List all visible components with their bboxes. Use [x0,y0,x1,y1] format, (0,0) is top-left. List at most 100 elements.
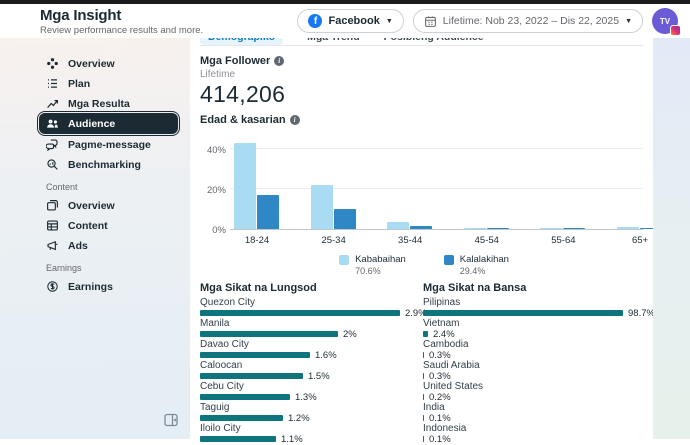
bar-45-54-kalalakihan [487,228,509,229]
city-row-bar [200,352,310,358]
x-axis-tick: 18-24 [227,235,287,246]
sidebar-section-label-content: Content [46,182,178,192]
city-row-label: Caloocan [200,360,413,371]
city-row-label: Taguig [200,402,413,413]
city-row-bar-line: 1.3% [200,394,413,400]
content-overview-icon [46,199,59,212]
city-row-bar-line: 1.5% [200,373,413,379]
bar-55-64-kababaihan [540,228,562,229]
city-row: Cebu City 1.3% [200,381,413,400]
x-axis-tick: 35-44 [380,235,440,246]
bar-65--kababaihan [617,227,639,229]
sidebar-section-label-earnings: Earnings [46,263,178,273]
city-row: Manila2% [200,318,413,337]
top-cities-title: Mga Sikat na Lungsod [200,282,413,294]
sidebar-item-label: Ads [68,240,88,252]
legend-swatch [444,255,454,265]
sidebar-item-label: Plan [68,78,90,90]
legend-name: Kalalakihan [460,254,509,265]
country-row-value: 0.3% [429,350,451,361]
country-row-bar-line: 0.2% [423,394,636,400]
avatar[interactable]: TV [652,8,678,34]
sidebar: Overview Plan Mga Resulta Audience Pagme-mes… [0,38,190,439]
city-row-label: Davao City [200,339,413,350]
top-countries-title: Mga Sikat na Bansa [423,282,636,294]
y-axis-tick: 20% [200,185,226,196]
sidebar-item-label: Overview [68,58,115,70]
page-background-gradient [653,38,690,439]
bar-35-44-kalalakihan [410,226,432,229]
legend-total: 29.4% [460,266,509,276]
messages-icon [46,138,59,151]
bar-25-34-kalalakihan [334,209,356,229]
legend-item-kababaihan: Kababaihan70.6% [339,254,406,276]
city-row-bar-line: 1.6% [200,352,413,358]
info-icon[interactable]: i [274,56,284,66]
city-row-value: 1.6% [315,350,337,361]
sidebar-item-ads[interactable]: Ads [39,236,178,255]
country-row-label: India [423,402,636,413]
sidebar-item-overview[interactable]: Overview [39,196,178,215]
city-row-bar-line: 2.9% [200,310,413,316]
sidebar-item-pagme-message[interactable]: Pagme-message [39,135,178,154]
legend-text: Kalalakihan29.4% [460,254,509,276]
bar-25-34-kababaihan [311,185,333,229]
chevron-down-icon: ▼ [625,18,632,25]
sidebar-item-plan[interactable]: Plan [39,74,178,93]
country-row-bar [423,394,424,400]
city-row-value: 1.2% [288,413,310,424]
collapse-sidebar-button[interactable] [163,412,179,428]
account-switcher-button[interactable]: f Facebook ▼ [297,9,403,33]
chart-plot-area [230,134,643,230]
country-row-bar-line: 0.3% [423,373,636,379]
main-content: DemograpikoMga TrendPosibleng Audience M… [190,28,653,439]
city-row: Iloilo City1.1% [200,423,413,442]
page-subtitle: Review performance results and more. [40,25,203,36]
audience-icon [46,117,59,130]
city-row-label: Cebu City [200,381,413,392]
country-row-value: 0.1% [429,413,451,424]
city-row-label: Quezon City [200,297,413,308]
legend-total: 70.6% [355,266,406,276]
legend-name: Kababaihan [355,254,406,265]
followers-metric-period: Lifetime [200,69,653,80]
x-axis-tick: 55-64 [533,235,593,246]
calendar-icon [424,15,437,28]
results-icon [46,97,59,110]
sidebar-item-overview[interactable]: Overview [39,54,178,73]
country-row: Indonesia0.1% [423,423,636,442]
sidebar-item-label: Earnings [68,281,113,293]
city-row-value: 1.1% [281,434,303,445]
country-row-value: 0.2% [429,392,451,403]
benchmarking-icon [46,158,59,171]
city-row-bar [200,436,276,442]
country-row: Saudi Arabia0.3% [423,360,636,379]
top-cities-list: Quezon City2.9%Manila2%Davao City1.6%Cal… [200,297,413,442]
info-icon[interactable]: i [290,115,300,125]
sidebar-item-audience[interactable]: Audience [39,113,178,134]
country-row-value: 0.3% [429,371,451,382]
x-axis-tick: 45-54 [457,235,517,246]
sidebar-item-mga-resulta[interactable]: Mga Resulta [39,94,178,113]
earnings-icon [46,280,59,293]
country-row-bar [423,352,424,358]
city-row: Davao City1.6% [200,339,413,358]
country-row-bar [423,415,424,421]
sidebar-item-label: Benchmarking [68,159,141,171]
ads-icon [46,239,59,252]
y-axis-tick: 0% [200,225,226,236]
sidebar-item-label: Audience [68,118,115,130]
country-row-label: United States [423,381,636,392]
bar-18-24-kababaihan [234,143,256,229]
top-countries-section: Mga Sikat na Bansa Pilipinas98.7%Vietnam… [423,282,636,444]
sidebar-item-earnings[interactable]: Earnings [39,277,178,296]
country-row-bar-line: 0.1% [423,436,636,442]
sidebar-item-content[interactable]: Content [39,216,178,235]
city-row: Caloocan 1.5% [200,360,413,379]
city-row-bar [200,415,283,421]
country-row-label: Saudi Arabia [423,360,636,371]
date-range-button[interactable]: Lifetime: Nob 23, 2022 – Dis 22, 2025 ▼ [413,9,643,33]
sidebar-item-benchmarking[interactable]: Benchmarking [39,155,178,174]
country-row: Pilipinas98.7% [423,297,636,316]
city-row-bar-line: 1.2% [200,415,413,421]
